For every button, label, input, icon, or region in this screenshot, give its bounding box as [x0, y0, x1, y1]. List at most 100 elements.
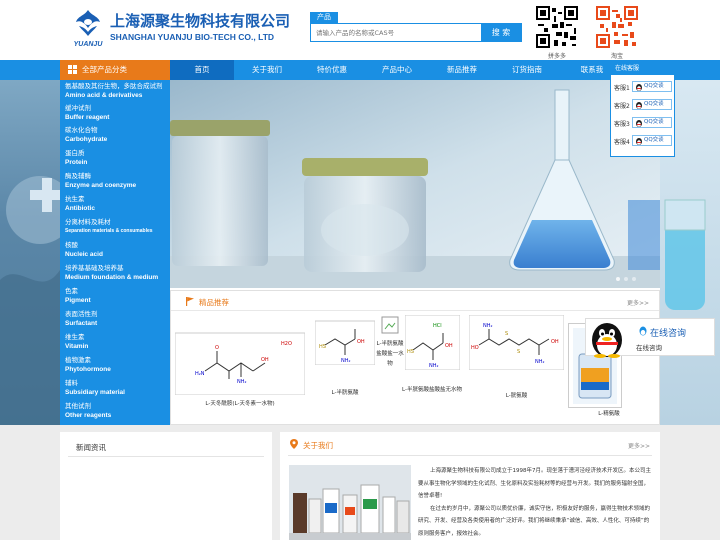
- about-panel: 关于我们 更多>> 上海源聚生物科技有限公司成立于1998年7月。现坐落于漕河泾…: [280, 432, 660, 540]
- nav-home[interactable]: 首页: [170, 60, 234, 80]
- structure-image: S S NH₂ NH₂ HO OH: [468, 314, 565, 371]
- category-item[interactable]: 培养基基础及培养基 Medium foundation & medium: [65, 264, 170, 282]
- taobao-qr-code: [596, 6, 638, 48]
- qq-penguin-icon: [636, 120, 642, 127]
- svg-text:NH₂: NH₂: [483, 323, 493, 329]
- svg-text:NH₂: NH₂: [341, 358, 351, 364]
- service-row: 客服3 QQ交谈: [611, 115, 674, 131]
- consult-title: 在线咨询: [650, 329, 687, 339]
- qq-penguin-icon: [636, 138, 642, 145]
- search-input[interactable]: [313, 25, 481, 40]
- svg-text:S: S: [505, 331, 508, 337]
- company-name-cn: 上海源聚生物科技有限公司: [110, 12, 291, 30]
- about-text: 上海源聚生物科技有限公司成立于1998年7月。现坐落于漕河泾经济技术开发区。本公…: [418, 465, 652, 540]
- category-item[interactable]: 氨基酸及其衍生物，多肽合成试剂 Amino acid & derivatives: [65, 82, 170, 100]
- pinduoduo-qr-code: [536, 6, 578, 48]
- product-card[interactable]: S S NH₂ NH₂ HO OH L-胱氨酸: [468, 314, 565, 420]
- about-title[interactable]: 关于我们: [303, 440, 333, 451]
- service-label: 客服3: [614, 121, 630, 128]
- broken-image-icon: [381, 316, 399, 334]
- product-caption: L-天冬酰胺(L-天冬素一水物): [205, 401, 275, 407]
- service-title: 在线客服: [611, 63, 674, 75]
- featured-header: [171, 291, 659, 311]
- qq-penguin-icon: [639, 326, 647, 336]
- about-paragraph: 在过去的岁月中，源聚公司以质优价廉，诚实守信，积极友好的服务，赢得生物技术领域的…: [418, 505, 651, 537]
- category-item[interactable]: 辅料 Subsidiary material: [65, 379, 170, 397]
- location-pin-icon: [290, 439, 298, 449]
- category-item[interactable]: 维生素 Vitamin: [65, 333, 170, 351]
- category-item[interactable]: 表面活性剂 Surfactant: [65, 310, 170, 328]
- svg-text:OH: OH: [261, 357, 269, 363]
- category-item[interactable]: 蛋白质 Protein: [65, 149, 170, 167]
- category-item[interactable]: 植物激素 Phytohormone: [65, 356, 170, 374]
- category-item[interactable]: 酶及辅酶 Enzyme and coenzyme: [65, 172, 170, 190]
- background-image-left: [0, 80, 74, 425]
- service-row: 客服2 QQ交谈: [611, 97, 674, 113]
- qq-chat-button[interactable]: QQ交谈: [632, 117, 672, 128]
- product-card[interactable]: HS NH₂ OH HCl L-半胱氨酸盐酸盐无水物: [402, 314, 462, 420]
- logo-text: YUANJU: [74, 41, 104, 48]
- qq-chat-button[interactable]: QQ交谈: [632, 99, 672, 110]
- qq-penguin-icon: [636, 102, 642, 109]
- qq-mascot-icon[interactable]: [588, 320, 626, 358]
- nav-specials[interactable]: 特价优惠: [300, 60, 364, 80]
- category-item[interactable]: 缓冲试剂 Buffer reagent: [65, 104, 170, 122]
- flag-icon: [186, 297, 194, 306]
- qq-chat-button[interactable]: QQ交谈: [632, 81, 672, 92]
- reagent-bottles-photo: [289, 465, 411, 540]
- svg-text:OH: OH: [445, 343, 453, 349]
- svg-text:NH₂: NH₂: [535, 359, 545, 365]
- service-label: 客服1: [614, 85, 630, 92]
- search-category-tab[interactable]: 产品: [310, 12, 338, 23]
- product-card[interactable]: L-半胱氨酸盐酸盐一水物: [376, 315, 404, 420]
- about-more-link[interactable]: 更多>>: [628, 441, 650, 450]
- svg-text:OH: OH: [551, 339, 559, 345]
- category-sidebar: 氨基酸及其衍生物，多肽合成试剂 Amino acid & derivatives …: [60, 80, 170, 425]
- svg-text:HS: HS: [407, 349, 414, 355]
- svg-text:NH₂: NH₂: [429, 363, 439, 369]
- nav-new-products[interactable]: 新品推荐: [430, 60, 494, 80]
- qq-chat-button[interactable]: QQ交谈: [632, 135, 672, 146]
- svg-text:S: S: [517, 349, 520, 355]
- consult-subtitle[interactable]: 在线咨询: [636, 342, 662, 352]
- featured-more-link[interactable]: 更多>>: [627, 298, 649, 307]
- grid-icon: [68, 65, 77, 74]
- product-caption: L-半胱氨酸盐酸盐一水物: [376, 341, 404, 367]
- category-item[interactable]: 分离材料及耗材 Separation materials & consumable…: [65, 218, 170, 236]
- divider: [288, 455, 652, 456]
- news-panel: 新闻资讯: [60, 432, 272, 540]
- featured-title: 精品推荐: [199, 298, 229, 307]
- svg-text:HCl: HCl: [433, 323, 442, 329]
- taobao-caption: 淘宝: [610, 53, 623, 60]
- category-item[interactable]: 抗生素 Antibiotic: [65, 195, 170, 213]
- company-logo[interactable]: YUANJU: [72, 8, 104, 48]
- product-card[interactable]: O OH H₂N NH₂ H2O L-天冬酰胺(L-天冬素一水物): [174, 315, 306, 420]
- product-caption: L-半胱氨酸盐酸盐无水物: [402, 387, 462, 393]
- product-caption: L-胱氨酸: [505, 393, 528, 399]
- nav-products[interactable]: 产品中心: [365, 60, 429, 80]
- product-caption: L-精氨酸: [598, 411, 620, 417]
- online-service-panel: 在线客服 客服1 QQ交谈 客服2 QQ交谈 客服3 QQ交谈 客服4 QQ交谈: [610, 62, 675, 157]
- product-card[interactable]: HS NH₂ OH L-半胱氨酸: [314, 315, 376, 420]
- category-item[interactable]: 色素 Pigment: [65, 287, 170, 305]
- hero-banner[interactable]: [170, 80, 660, 288]
- structure-image: HS NH₂ OH HCl: [404, 314, 461, 371]
- svg-text:HO: HO: [471, 345, 479, 351]
- nav-about[interactable]: 关于我们: [235, 60, 299, 80]
- news-title[interactable]: 新闻资讯: [76, 442, 106, 453]
- nav-order-guide[interactable]: 订货指南: [495, 60, 559, 80]
- structure-image: O OH H₂N NH₂ H2O: [174, 332, 306, 396]
- search-button[interactable]: 搜 索: [481, 24, 521, 41]
- category-item[interactable]: 核酸 Nucleic acid: [65, 241, 170, 259]
- category-item[interactable]: 碳水化合物 Carbohydrate: [65, 126, 170, 144]
- svg-text:OH: OH: [357, 339, 365, 345]
- svg-text:NH₂: NH₂: [237, 379, 247, 385]
- service-label: 客服2: [614, 103, 630, 110]
- company-name-en: SHANGHAI YUANJU BIO-TECH CO., LTD: [110, 32, 275, 42]
- search-box: 搜 索: [310, 23, 522, 42]
- service-row: 客服1 QQ交谈: [611, 79, 674, 95]
- category-item[interactable]: 其他试剂 Other reagents: [65, 402, 170, 420]
- svg-text:HS: HS: [319, 344, 326, 350]
- divider: [68, 456, 264, 457]
- about-paragraph: 上海源聚生物科技有限公司成立于1998年7月。现坐落于漕河泾经济技术开发区。本公…: [418, 468, 651, 499]
